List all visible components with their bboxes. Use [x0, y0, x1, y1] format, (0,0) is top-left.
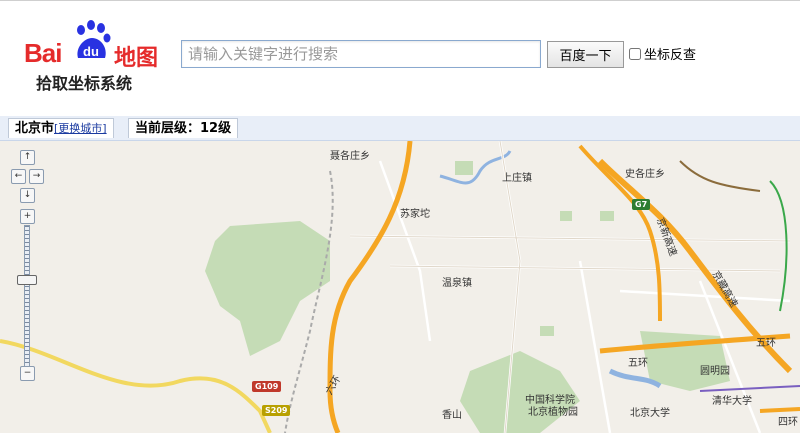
top-border: [0, 0, 800, 1]
road-label: 五环: [756, 338, 776, 349]
zoom-level-indicator: 当前层级：12级: [128, 118, 239, 138]
change-city-link[interactable]: [更换城市]: [54, 122, 107, 135]
place-label: 史各庄乡: [625, 169, 665, 180]
place-label: 圆明园: [700, 366, 730, 377]
pan-left-button[interactable]: ←: [11, 169, 26, 184]
map-layer: [0, 141, 800, 433]
zoom-slider-thumb[interactable]: [17, 275, 37, 285]
reverse-lookup-toggle[interactable]: 坐标反查: [629, 44, 696, 63]
zoom-out-button[interactable]: −: [20, 366, 35, 381]
zoom-slider-track[interactable]: [24, 225, 30, 367]
zoom-in-button[interactable]: +: [20, 209, 35, 224]
reverse-lookup-checkbox[interactable]: [629, 47, 641, 60]
highway-shield: S209: [262, 405, 291, 416]
place-label: 苏家坨: [400, 209, 430, 220]
status-bar: [0, 116, 800, 141]
logo-map-text: 地图: [114, 46, 159, 71]
pan-up-button[interactable]: ↑: [20, 150, 35, 165]
road-label: 四环: [778, 417, 798, 428]
search-input[interactable]: [181, 40, 541, 68]
pan-down-button[interactable]: ↓: [20, 188, 35, 203]
subway-line: [769, 180, 788, 312]
pan-right-button[interactable]: →: [29, 169, 44, 184]
paw-icon: du: [77, 20, 111, 59]
place-label: 北京大学: [630, 408, 670, 419]
place-label: 北京植物园: [528, 407, 578, 418]
place-label: 上庄镇: [502, 173, 532, 184]
logo-paw-text: du: [83, 44, 99, 59]
road-label: 五环: [628, 358, 648, 369]
mountain-park-area: [205, 221, 330, 356]
place-label: 聂各庄乡: [330, 151, 370, 162]
search-button[interactable]: 百度一下: [547, 41, 624, 68]
river: [439, 150, 512, 185]
city-name: 北京市: [15, 121, 55, 136]
g109-road: [0, 339, 272, 433]
baidu-map-logo[interactable]: Bai du 地图 拾取坐标系统: [22, 20, 172, 100]
logo-brand-text: Bai: [24, 38, 62, 68]
highway-shield: G7: [632, 199, 651, 210]
place-label: 清华大学: [712, 396, 752, 407]
map-canvas[interactable]: 聂各庄乡 上庄镇 史各庄乡 苏家坨 温泉镇 中国科学院 北京植物园 香山 北京大…: [0, 141, 800, 433]
reverse-lookup-label: 坐标反查: [644, 48, 697, 63]
site-subtitle: 拾取坐标系统: [36, 74, 133, 93]
sixth-ring-road: [327, 141, 413, 433]
place-label: 温泉镇: [442, 278, 472, 289]
highway-shield: G109: [252, 381, 282, 392]
current-city: 北京市[更换城市]: [8, 118, 114, 138]
place-label: 香山: [442, 410, 462, 421]
